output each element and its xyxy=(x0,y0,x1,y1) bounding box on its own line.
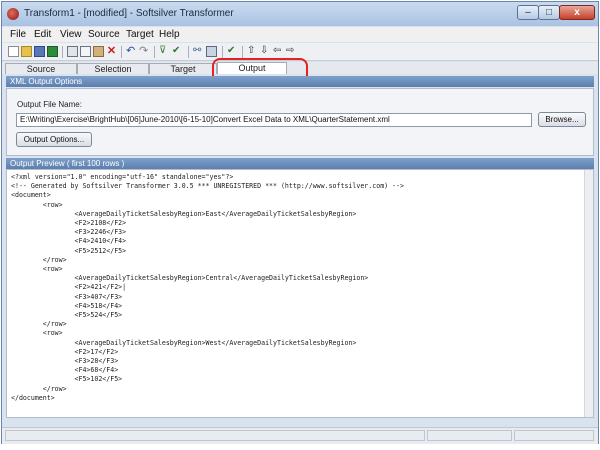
toolbar-separator xyxy=(242,46,243,58)
toolbar-separator xyxy=(222,46,223,58)
new-icon[interactable] xyxy=(8,46,19,57)
menu-target[interactable]: Target xyxy=(126,29,154,40)
output-file-path-input[interactable]: E:\Writing\Exercise\BrightHub\[06]June-2… xyxy=(16,113,532,127)
move-right-icon[interactable]: ⇨ xyxy=(286,46,297,57)
move-up-icon[interactable]: ⇧ xyxy=(247,46,258,57)
undo-icon[interactable]: ↶ xyxy=(126,46,137,57)
output-preview-header: Output Preview ( first 100 rows ) xyxy=(6,158,594,169)
xml-line: <row> xyxy=(11,265,63,273)
maximize-button[interactable]: □ xyxy=(538,5,560,20)
tab-selection[interactable]: Selection xyxy=(77,63,149,74)
xml-line: </row> xyxy=(11,384,67,393)
output-file-name-label: Output File Name: xyxy=(17,100,82,109)
title-bar[interactable]: Transform1 - [modified] - Softsilver Tra… xyxy=(2,2,598,26)
xml-line: <AverageDailyTicketSalesbyRegion>Central… xyxy=(11,274,369,283)
cut-icon[interactable] xyxy=(67,46,78,57)
xml-line: </row> xyxy=(11,320,67,329)
filter-icon[interactable]: ⊽ xyxy=(159,46,170,57)
xml-line: <F5>524</F5> xyxy=(11,311,123,319)
close-button[interactable]: x xyxy=(559,5,595,20)
app-window: Transform1 - [modified] - Softsilver Tra… xyxy=(1,1,599,444)
status-bar xyxy=(2,427,598,444)
xml-line: <F2>17</F2> xyxy=(11,347,119,356)
menu-view[interactable]: View xyxy=(60,29,82,40)
tab-source[interactable]: Source xyxy=(5,63,77,74)
preview-scrollbar[interactable] xyxy=(584,170,593,417)
toolbar-separator xyxy=(121,46,122,58)
xml-line: <F4>518</F4> xyxy=(11,301,123,310)
toolbar-separator xyxy=(154,46,155,58)
tab-target[interactable]: Target xyxy=(149,63,217,74)
redo-icon[interactable]: ↷ xyxy=(139,46,150,57)
output-options-button[interactable]: Output Options... xyxy=(16,132,92,147)
xml-line: <F4>2410</F4> xyxy=(11,237,127,246)
menu-file[interactable]: File xyxy=(10,29,26,40)
xml-line: <F2>2108</F2> xyxy=(11,219,127,227)
open-icon[interactable] xyxy=(21,46,32,57)
status-segment xyxy=(514,430,594,441)
xml-line: <!-- Generated by Softsilver Transformer… xyxy=(11,182,405,191)
check-icon[interactable]: ✔ xyxy=(227,46,238,57)
browse-button[interactable]: Browse... xyxy=(538,112,586,127)
xml-line: <row> xyxy=(11,329,63,338)
xml-line: <document> xyxy=(11,191,51,200)
xml-line: <row> xyxy=(11,200,63,209)
run-icon[interactable] xyxy=(47,46,58,57)
output-preview-area[interactable]: <?xml version="1.0" encoding="utf-16" st… xyxy=(6,169,594,418)
filter-check-icon[interactable]: ✔ xyxy=(172,46,183,57)
toolbar-separator xyxy=(62,46,63,58)
menu-help[interactable]: Help xyxy=(159,29,180,40)
menu-edit[interactable]: Edit xyxy=(34,29,51,40)
xml-line: <F3>28</F3> xyxy=(11,357,119,365)
toolbar-separator xyxy=(188,46,189,58)
xml-line: <AverageDailyTicketSalesbyRegion>East</A… xyxy=(11,209,357,218)
status-segment xyxy=(427,430,512,441)
xml-line: </row> xyxy=(11,255,67,264)
move-down-icon[interactable]: ⇩ xyxy=(260,46,271,57)
xml-line: <F4>68</F4> xyxy=(11,366,119,375)
window-title: Transform1 - [modified] - Softsilver Tra… xyxy=(24,8,234,19)
status-segment xyxy=(5,430,425,441)
minimize-button[interactable]: – xyxy=(517,5,539,20)
xml-line: <F5>2512</F5> xyxy=(11,246,127,255)
xml-line: <F5>102</F5> xyxy=(11,375,123,384)
save-icon[interactable] xyxy=(34,46,45,57)
link-icon[interactable]: ⚯ xyxy=(193,46,204,57)
xml-line: </document> xyxy=(11,393,55,402)
node-icon[interactable] xyxy=(206,46,217,57)
xml-line: <?xml version="1.0" encoding="utf-16" st… xyxy=(11,173,234,181)
xml-output-options-header: XML Output Options xyxy=(6,76,594,87)
xml-line: <F2>421</F2>| xyxy=(11,283,127,292)
copy-icon[interactable] xyxy=(80,46,91,57)
xml-line: <F3>407</F3> xyxy=(11,292,123,301)
paste-icon[interactable] xyxy=(93,46,104,57)
menu-source[interactable]: Source xyxy=(88,29,120,40)
menu-bar: File Edit View Source Target Help xyxy=(2,27,598,42)
xml-line: <F3>2246</F3> xyxy=(11,228,127,237)
move-left-icon[interactable]: ⇦ xyxy=(273,46,284,57)
app-logo-icon xyxy=(7,8,19,20)
delete-icon[interactable]: ✕ xyxy=(106,46,117,57)
xml-line: <AverageDailyTicketSalesbyRegion>West</A… xyxy=(11,338,357,347)
